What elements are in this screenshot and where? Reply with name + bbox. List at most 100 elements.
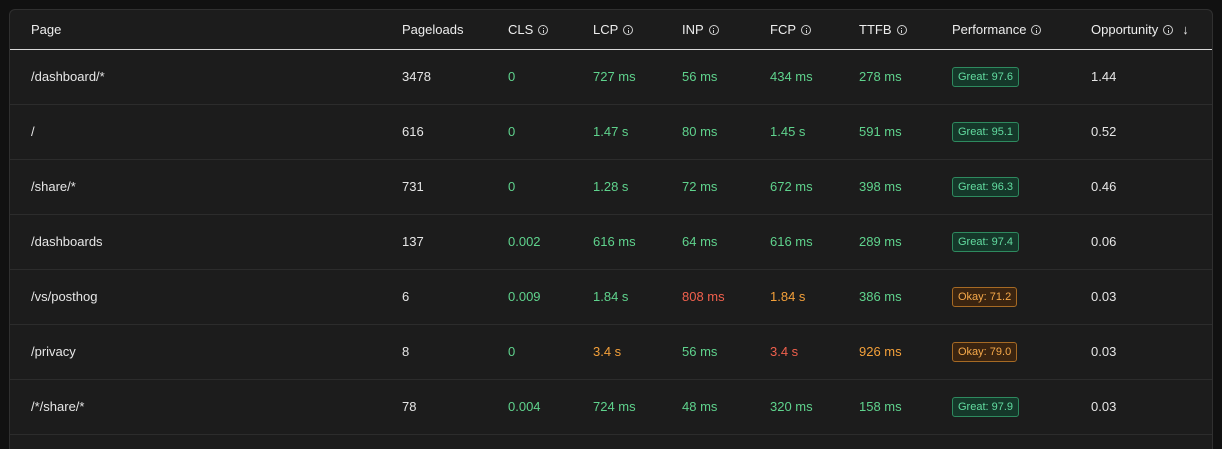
cell-cls: 0 (508, 324, 593, 379)
cell-lcp: 616 ms (593, 214, 682, 269)
opportunity-value: 0.52 (1091, 124, 1117, 139)
performance-badge: Great: 97.6 (952, 66, 1020, 87)
cell-inp: 808 ms (682, 269, 770, 324)
cell-pageloads: 3478 (402, 49, 508, 104)
pageloads-value: 731 (402, 179, 424, 194)
cell-opportunity: 0.52 (1091, 104, 1212, 159)
cell-fcp: 3.4 s (770, 324, 859, 379)
table-header-row: Page Pageloads CLS LCP INP FCP TTFB Perf… (10, 10, 1212, 49)
performance-badge: Great: 96.3 (952, 176, 1020, 197)
cell-page[interactable]: / (10, 104, 402, 159)
fcp-value: 320 ms (770, 399, 813, 414)
cell-ttfb: 926 ms (859, 324, 952, 379)
page-value: /privacy (31, 344, 76, 359)
cls-value: 0 (508, 179, 516, 194)
cls-value: 0 (508, 344, 516, 359)
cell-cls: 0.009 (508, 269, 593, 324)
cls-value: 0.004 (508, 399, 541, 414)
pageloads-value: 78 (402, 399, 417, 414)
cell-pageloads: 731 (402, 159, 508, 214)
fcp-value: 1.84 s (770, 289, 806, 304)
table-row[interactable]: /dashboards 137 0.002 616 ms 64 ms 616 ms 289 … (10, 214, 1212, 269)
table-row[interactable]: /privacy 8 0 3.4 s 56 ms 3.4 s 926 ms Okay: 79.… (10, 324, 1212, 379)
table-row[interactable]: /dashboard/* 3478 0 727 ms 56 ms 434 ms 278 ms… (10, 49, 1212, 104)
lcp-value: 1.84 s (593, 289, 629, 304)
table-row[interactable]: /*/share/* 78 0.004 724 ms 48 ms 320 ms 158 ms… (10, 379, 1212, 434)
cls-value: 0.002 (508, 234, 541, 249)
cell-page[interactable]: /dashboards (10, 214, 402, 269)
page-value: /dashboard/* (31, 69, 105, 84)
column-header-ttfb[interactable]: TTFB (859, 10, 952, 49)
column-header-fcp[interactable]: FCP (770, 10, 859, 49)
inp-value: 808 ms (682, 289, 725, 304)
cell-pageloads: 616 (402, 104, 508, 159)
cell-opportunity: 0.03 (1091, 379, 1212, 434)
pageloads-value: 137 (402, 234, 424, 249)
cls-value: 0.009 (508, 289, 541, 304)
info-icon[interactable] (896, 24, 907, 35)
cell-pageloads: 78 (402, 379, 508, 434)
performance-badge: Great: 95.1 (952, 121, 1020, 142)
cell-ttfb: 386 ms (859, 269, 952, 324)
info-icon[interactable] (801, 24, 811, 35)
cell-fcp: 1.84 s (770, 269, 859, 324)
ttfb-value: 278 ms (859, 69, 902, 84)
cell-cls: 0 (508, 104, 593, 159)
cell-page[interactable]: /dashboard/* (10, 49, 402, 104)
cell-ttfb: 289 ms (859, 214, 952, 269)
cell-opportunity: 0.03 (1091, 269, 1212, 324)
column-header-opportunity[interactable]: Opportunity ↓ (1091, 10, 1212, 49)
fcp-value: 3.4 s (770, 344, 799, 359)
cell-lcp: 1.28 s (593, 159, 682, 214)
cell-lcp: 3.4 s (593, 324, 682, 379)
cell-cls: 0 (508, 159, 593, 214)
column-header-pageloads[interactable]: Pageloads (402, 10, 508, 49)
info-icon[interactable] (538, 24, 549, 35)
arrow-down-icon[interactable]: ↓ (1182, 22, 1189, 37)
column-header-page[interactable]: Page (10, 10, 402, 49)
inp-value: 56 ms (682, 69, 718, 84)
fcp-value: 672 ms (770, 179, 813, 194)
fcp-value: 616 ms (770, 234, 813, 249)
cls-value: 0 (508, 124, 516, 139)
info-icon[interactable] (1031, 24, 1042, 35)
table-row[interactable]: /vs/posthog 6 0.009 1.84 s 808 ms 1.84 s 386 m… (10, 269, 1212, 324)
cell-page[interactable]: /privacy (10, 324, 402, 379)
pageloads-value: 616 (402, 124, 424, 139)
ttfb-value: 289 ms (859, 234, 902, 249)
ttfb-value: 386 ms (859, 289, 902, 304)
cell-cls: 0.002 (508, 214, 593, 269)
cell-inp: 80 ms (682, 104, 770, 159)
cell-page[interactable]: /share/* (10, 159, 402, 214)
opportunity-value: 0.03 (1091, 344, 1117, 359)
opportunity-value: 1.44 (1091, 69, 1117, 84)
cell-lcp: 1.47 s (593, 104, 682, 159)
ttfb-value: 926 ms (859, 344, 902, 359)
info-icon[interactable] (623, 24, 634, 35)
cell-inp: 72 ms (682, 159, 770, 214)
column-header-inp[interactable]: INP (682, 10, 770, 49)
table-row[interactable]: /share/* 731 0 1.28 s 72 ms 672 ms 398 ms Great… (10, 159, 1212, 214)
cell-pageloads: 8 (402, 324, 508, 379)
column-header-cls[interactable]: CLS (508, 10, 593, 49)
cell-pageloads: 6 (402, 269, 508, 324)
lcp-value: 1.28 s (593, 179, 629, 194)
pageloads-value: 3478 (402, 69, 431, 84)
cell-page[interactable]: /*/share/* (10, 379, 402, 434)
fcp-value: 434 ms (770, 69, 813, 84)
info-icon[interactable] (708, 24, 719, 35)
opportunity-value: 0.46 (1091, 179, 1117, 194)
performance-badge: Great: 97.4 (952, 231, 1020, 252)
inp-value: 64 ms (682, 234, 718, 249)
info-icon[interactable] (1163, 24, 1174, 35)
cell-lcp: 727 ms (593, 49, 682, 104)
cell-pageloads: 137 (402, 214, 508, 269)
ttfb-value: 591 ms (859, 124, 902, 139)
inp-value: 48 ms (682, 399, 718, 414)
column-header-lcp[interactable]: LCP (593, 10, 682, 49)
lcp-value: 727 ms (593, 69, 636, 84)
column-header-performance[interactable]: Performance (952, 10, 1091, 49)
cell-page[interactable]: /vs/posthog (10, 269, 402, 324)
table-row[interactable]: / 616 0 1.47 s 80 ms 1.45 s 591 ms Great: 95.1 0… (10, 104, 1212, 159)
ttfb-value: 158 ms (859, 399, 902, 414)
